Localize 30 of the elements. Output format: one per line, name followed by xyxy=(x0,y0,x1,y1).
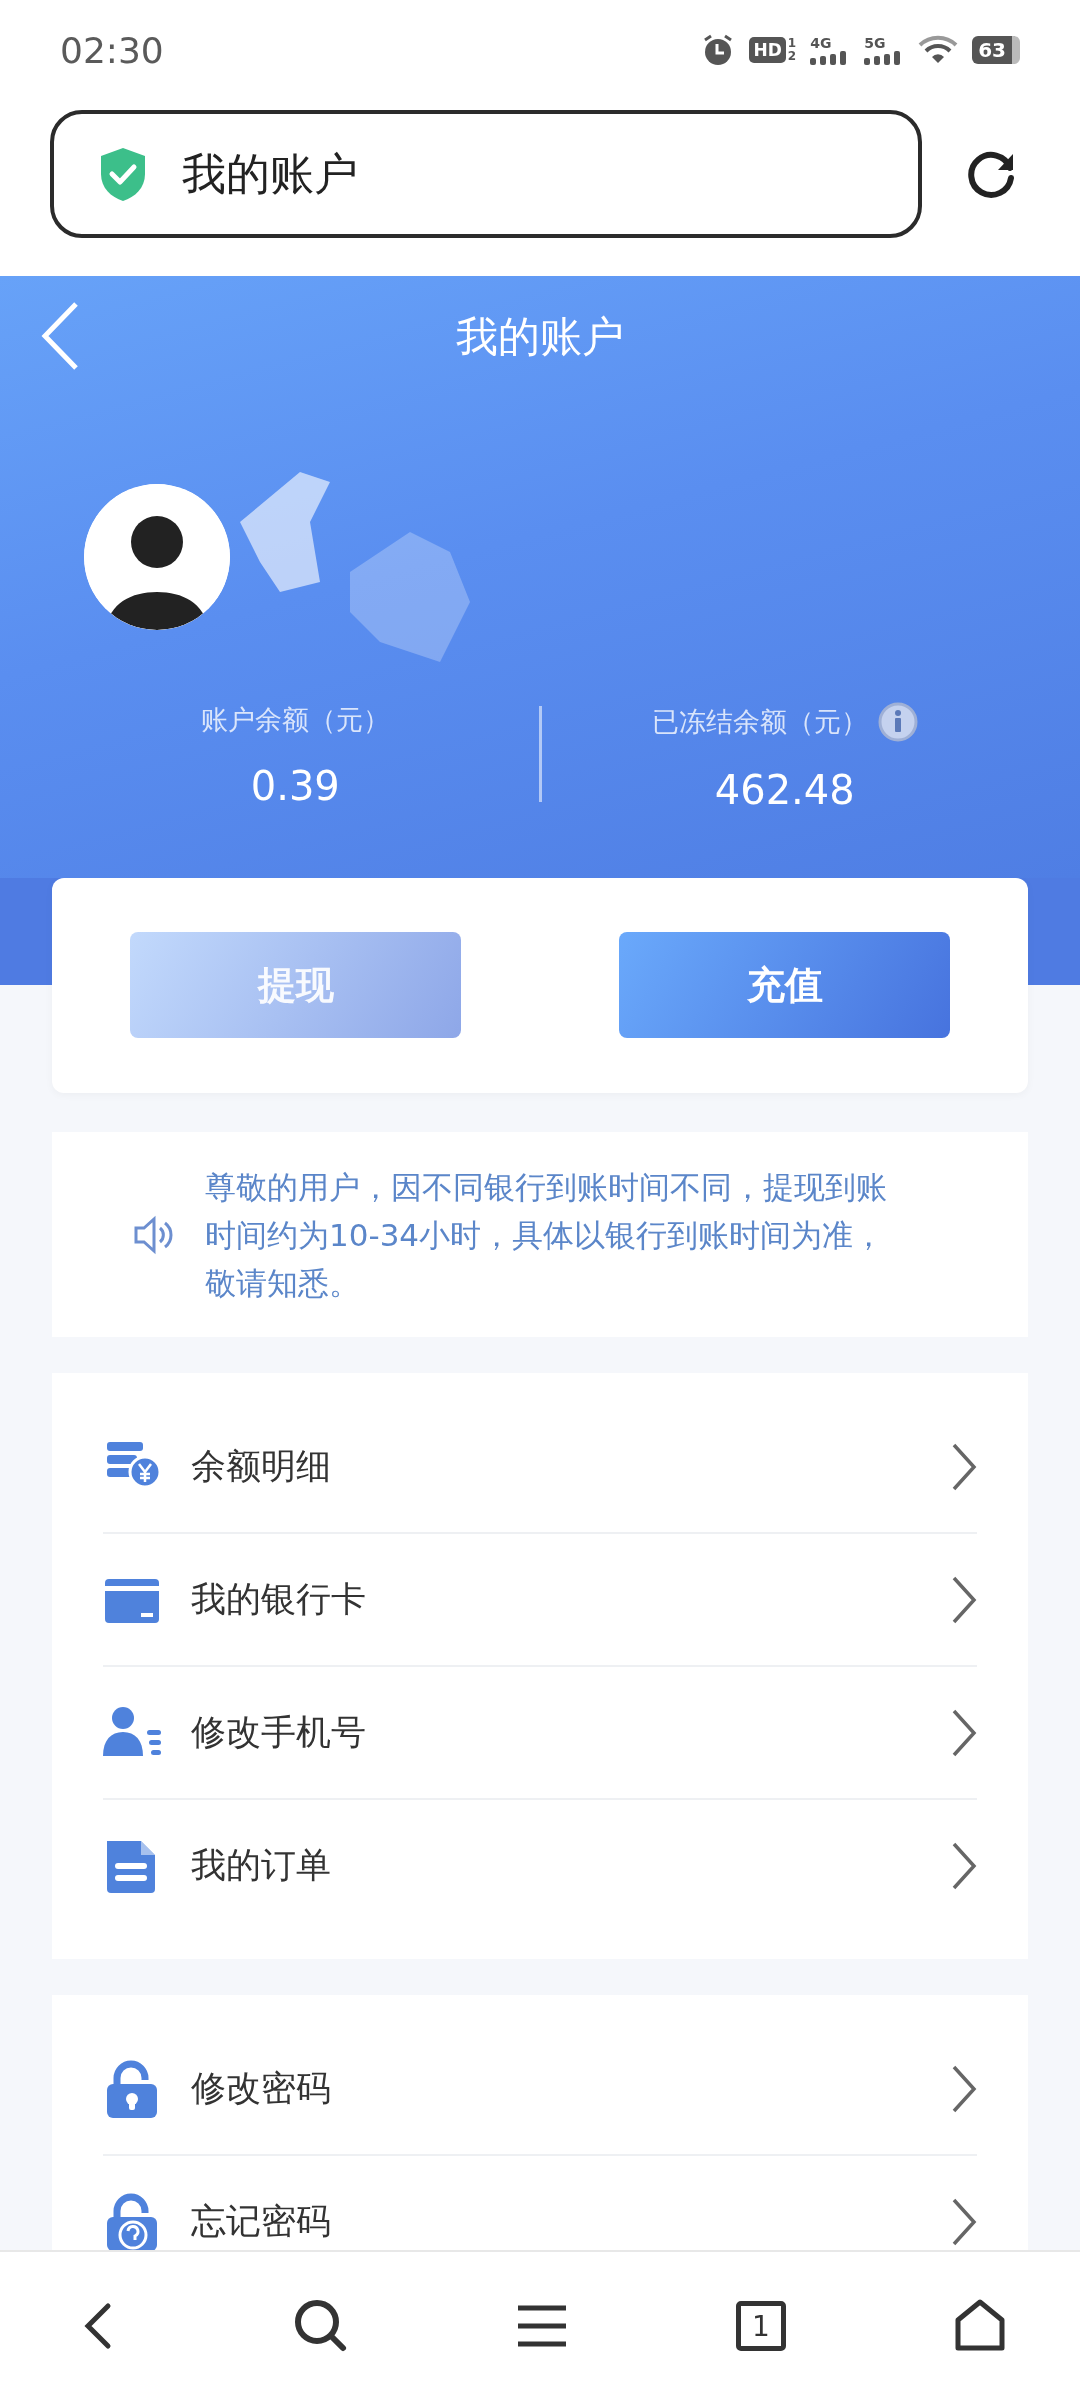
screen-title: 我的账户 xyxy=(456,311,624,363)
menu-item[interactable]: 余额明细 xyxy=(103,1401,977,1532)
balance-label: 账户余额（元） xyxy=(200,703,390,737)
balance-label: 已冻结余额（元） xyxy=(651,705,868,739)
page-title: 我的账户 xyxy=(182,146,358,201)
speaker-icon xyxy=(133,1213,175,1256)
balance-amount: 462.48 xyxy=(714,766,855,815)
menu-item[interactable]: 修改密码 xyxy=(103,2023,977,2154)
menu-item[interactable]: 我的订单 xyxy=(103,1798,977,1931)
wifi-icon xyxy=(918,35,959,65)
info-icon[interactable] xyxy=(877,702,918,742)
network-label: 4G xyxy=(810,35,832,51)
sim-number: 1 xyxy=(787,37,797,50)
menu-item[interactable]: 我的银行卡 xyxy=(103,1532,977,1665)
battery-level: 63 xyxy=(972,36,1020,64)
chevron-right-icon xyxy=(951,1574,977,1625)
clock-time: 02:30 xyxy=(60,29,164,71)
notice-text: 尊敬的用户，因不同银行到账时间不同，提现到账时间约为10-34小时，具体以银行到账时间为准，敬请知悉。 xyxy=(205,1167,888,1303)
menu-item[interactable]: 修改手机号 xyxy=(103,1665,977,1798)
tabs-button[interactable]: 1 xyxy=(736,2301,786,2351)
chevron-right-icon xyxy=(951,2196,977,2247)
network-label: 5G xyxy=(864,35,886,51)
address-field[interactable]: 我的账户 xyxy=(50,110,922,238)
chevron-right-icon xyxy=(951,1441,977,1492)
chevron-right-icon xyxy=(951,1840,977,1891)
hd-badge: HD xyxy=(749,37,786,63)
chevron-right-icon xyxy=(951,2063,977,2114)
sim-number: 2 xyxy=(787,50,797,63)
chevron-right-icon xyxy=(951,1707,977,1758)
balance-amount: 0.39 xyxy=(250,762,340,811)
